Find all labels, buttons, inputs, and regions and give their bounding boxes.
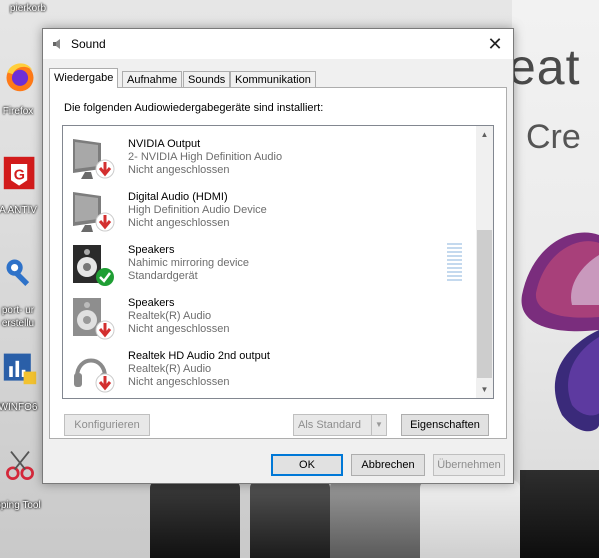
monitor-speaker-icon: [73, 192, 115, 232]
monitor-speaker-icon: [71, 125, 119, 128]
apply-button[interactable]: Übernehmen: [433, 454, 505, 476]
desktop-icon-label: pierkorb: [9, 3, 47, 14]
device-name: Speakers: [128, 297, 175, 309]
scroll-up-arrow-icon[interactable]: ▲: [476, 126, 493, 143]
default-check-icon: [96, 268, 114, 286]
speaker-box-icon: [73, 245, 114, 286]
speaker-icon: [53, 39, 60, 49]
gdata-antivirus-icon: G: [3, 156, 35, 190]
device-name: Speakers: [128, 244, 175, 256]
volume-level-meter: [447, 243, 462, 281]
device-status: Nicht angeschlossen: [128, 376, 230, 388]
device-name: Realtek HD Audio 2nd output: [128, 350, 270, 362]
tab-panel: Die folgenden Audiowiedergabegeräte sind…: [49, 87, 507, 439]
list-item[interactable]: NVIDIA Output 2- NVIDIA High Definition …: [63, 133, 473, 185]
device-status: Nicht angeschlossen: [128, 323, 230, 335]
support-tool-icon: [6, 259, 30, 286]
wallpaper-brand-text: eat: [508, 39, 581, 95]
desktop-icon-label: WINFO6: [0, 402, 38, 413]
headphones-icon: [74, 358, 115, 393]
list-item[interactable]: Digital Audio (HDMI) High Definition Aud…: [63, 186, 473, 238]
desktop-icon-label: Firefox: [2, 106, 34, 117]
device-description: Realtek(R) Audio: [128, 363, 212, 375]
list-item[interactable]: Speakers Realtek(R) Audio Nicht angeschl…: [63, 292, 473, 344]
snipping-tool-icon: [6, 451, 34, 480]
title-bar[interactable]: Sound ✕: [43, 29, 513, 59]
set-default-button[interactable]: Als Standard ▼: [293, 414, 387, 436]
sound-dialog: Sound ✕ Wiedergabe Aufnahme Sounds Kommu…: [42, 28, 514, 484]
svg-text:G: G: [14, 167, 25, 183]
disconnected-arrow-icon: [95, 373, 115, 393]
window-title: Sound: [71, 37, 106, 51]
scroll-down-arrow-icon[interactable]: ▼: [476, 381, 493, 398]
set-default-label: Als Standard: [298, 419, 361, 431]
close-button[interactable]: ✕: [481, 31, 509, 57]
cancel-button[interactable]: Abbrechen: [351, 454, 425, 476]
pc-tower: [150, 480, 240, 558]
device-name: Digital Audio (HDMI): [128, 191, 228, 203]
list-item[interactable]: Realtek HD Audio 2nd output Realtek(R) A…: [63, 345, 473, 397]
desktop-icon-label: pping Tool: [0, 500, 41, 511]
disconnected-arrow-icon: [95, 212, 115, 232]
tab-wiedergabe[interactable]: Wiedergabe: [49, 68, 119, 88]
device-description: Realtek(R) Audio: [128, 310, 212, 322]
list-item[interactable]: [63, 125, 473, 130]
chevron-down-icon[interactable]: ▼: [371, 415, 386, 435]
vertical-scrollbar[interactable]: ▲ ▼: [476, 126, 493, 398]
configure-button[interactable]: Konfigurieren: [64, 414, 150, 436]
properties-button[interactable]: Eigenschaften: [401, 414, 489, 436]
tab-sounds[interactable]: Sounds: [183, 71, 231, 88]
monitor-speaker-icon: [73, 139, 115, 179]
desktop-icon-label: port- ur: [1, 305, 35, 316]
firefox-icon: [6, 63, 34, 92]
tab-aufnahme[interactable]: Aufnahme: [122, 71, 183, 88]
speaker-box-icon: [73, 298, 115, 340]
device-description: 2- NVIDIA High Definition Audio: [128, 151, 283, 163]
ok-button[interactable]: OK: [271, 454, 343, 476]
pc-tower: [250, 480, 330, 558]
tab-kommunikation[interactable]: Kommunikation: [230, 71, 316, 88]
intro-text: Die folgenden Audiowiedergabegeräte sind…: [64, 102, 324, 114]
list-item[interactable]: Speakers Nahimic mirroring device Standa…: [63, 239, 473, 291]
hwinfo-icon: [3, 353, 37, 385]
device-description: Nahimic mirroring device: [128, 257, 250, 269]
device-list[interactable]: NVIDIA Output 2- NVIDIA High Definition …: [62, 125, 494, 399]
device-name: NVIDIA Output: [128, 138, 201, 150]
butterfly-image: [521, 232, 599, 432]
device-status: Nicht angeschlossen: [128, 217, 230, 229]
pc-tower: [420, 480, 520, 558]
disconnected-arrow-icon: [95, 320, 115, 340]
desktop-icon-label: A ANTIV: [0, 205, 37, 216]
device-status: Nicht angeschlossen: [128, 164, 230, 176]
wallpaper-pedestal: [520, 470, 599, 558]
wallpaper-brand-subtext: Cre: [526, 118, 581, 156]
disconnected-arrow-icon: [95, 159, 115, 179]
scrollbar-thumb[interactable]: [477, 230, 492, 378]
device-description: High Definition Audio Device: [128, 204, 267, 216]
desktop-icon-label: erstellu: [1, 318, 35, 329]
device-status: Standardgerät: [128, 270, 198, 282]
